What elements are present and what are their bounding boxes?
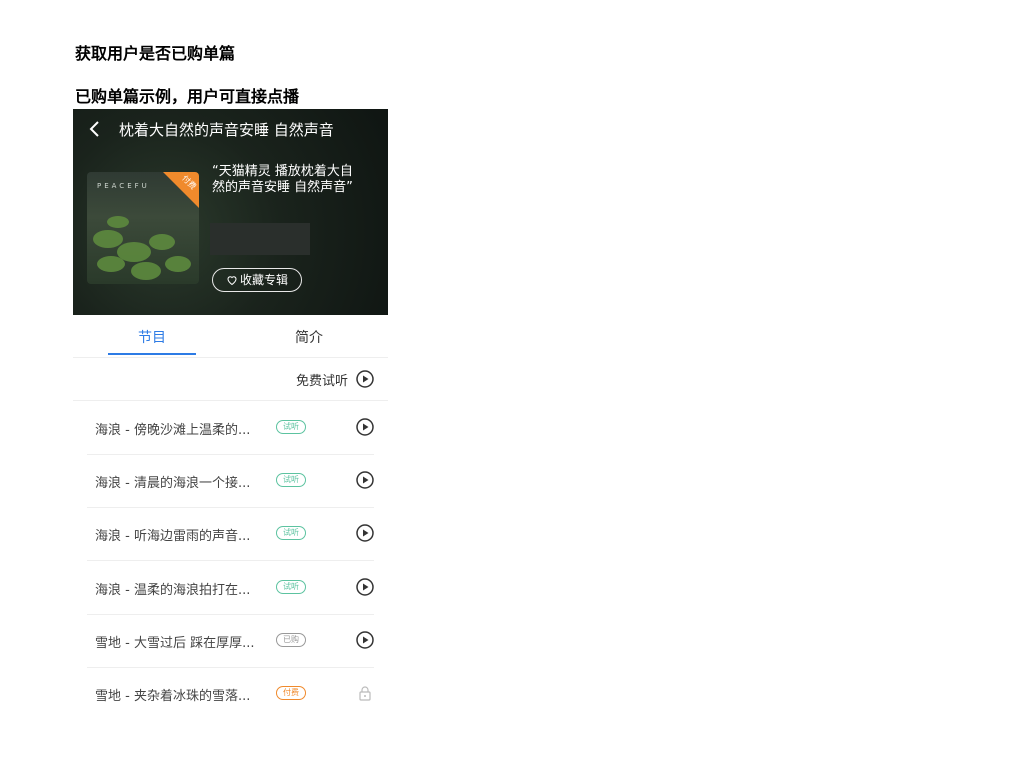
free-trial-row[interactable]: 免费试听 <box>73 358 388 401</box>
bought-tag: 已购 <box>276 632 306 647</box>
episode-title: 海浪 - 温柔的海浪拍打在... <box>95 582 251 598</box>
episode-title: 海浪 - 听海边雷雨的声音... <box>95 529 251 545</box>
trial-tag: 试听 <box>276 473 306 488</box>
trial-tag: 试听 <box>276 420 306 434</box>
trial-tag: 试听 <box>276 579 306 594</box>
play-circle-icon[interactable] <box>356 577 374 596</box>
tab-intro[interactable]: 简介 <box>295 327 323 347</box>
episode-row[interactable]: 海浪 - 清晨的海浪一个接... 试听 <box>87 454 374 509</box>
paid-tag: 付费 <box>276 686 306 700</box>
play-circle-icon[interactable] <box>356 631 374 649</box>
album-cover: PEACEFU 付费 <box>87 172 199 284</box>
phone-screenshot: 枕着大自然的声音安睡 自然声音 PEACEFU 付费 “天猫精灵 播放枕着大自然… <box>73 109 388 720</box>
play-circle-icon[interactable] <box>356 471 374 489</box>
episode-row[interactable]: 雪地 - 大雪过后 踩在厚厚... 已购 <box>87 614 374 668</box>
nav-bar: 枕着大自然的声音安睡 自然声音 <box>73 109 388 149</box>
episode-row[interactable]: 海浪 - 傍晚沙滩上温柔的... 试听 <box>87 401 374 455</box>
chevron-left-icon[interactable] <box>85 119 105 139</box>
voice-prompt: “天猫精灵 播放枕着大自然的声音安睡 自然声音” <box>212 164 353 195</box>
episode-row[interactable]: 海浪 - 听海边雷雨的声音... 试听 <box>87 507 374 562</box>
doc-heading-2: 已购单篇示例，用户可直接点播 <box>75 87 300 106</box>
play-circle-icon[interactable] <box>356 370 374 388</box>
episode-title: 雪地 - 大雪过后 踩在厚厚... <box>95 635 255 651</box>
tab-programs[interactable]: 节目 <box>138 327 166 347</box>
heart-icon <box>227 276 237 286</box>
episode-row[interactable]: 海浪 - 温柔的海浪拍打在... 试听 <box>87 561 374 615</box>
placeholder-block <box>210 223 310 255</box>
lock-icon <box>356 684 374 702</box>
tab-bar: 节目 简介 <box>73 315 388 358</box>
episode-title: 雪地 - 夹杂着冰珠的雪落... <box>95 689 251 704</box>
play-circle-icon[interactable] <box>356 524 374 543</box>
doc-heading-1: 获取用户是否已购单篇 <box>75 44 236 63</box>
album-header: 枕着大自然的声音安睡 自然声音 PEACEFU 付费 “天猫精灵 播放枕着大自然… <box>73 109 388 315</box>
episode-title: 海浪 - 傍晚沙滩上温柔的... <box>95 423 251 438</box>
collect-album-button[interactable]: 收藏专辑 <box>212 268 302 292</box>
episode-row[interactable]: 雪地 - 夹杂着冰珠的雪落... 付费 <box>87 667 374 720</box>
tab-active-indicator <box>108 353 196 355</box>
paid-corner-badge: 付费 <box>163 172 199 208</box>
free-trial-label: 免费试听 <box>295 374 348 389</box>
episode-title: 海浪 - 清晨的海浪一个接... <box>95 476 251 492</box>
page-title: 枕着大自然的声音安睡 自然声音 <box>119 121 334 139</box>
play-circle-icon[interactable] <box>356 418 374 436</box>
trial-tag: 试听 <box>276 526 306 541</box>
cover-word: PEACEFU <box>97 182 150 190</box>
